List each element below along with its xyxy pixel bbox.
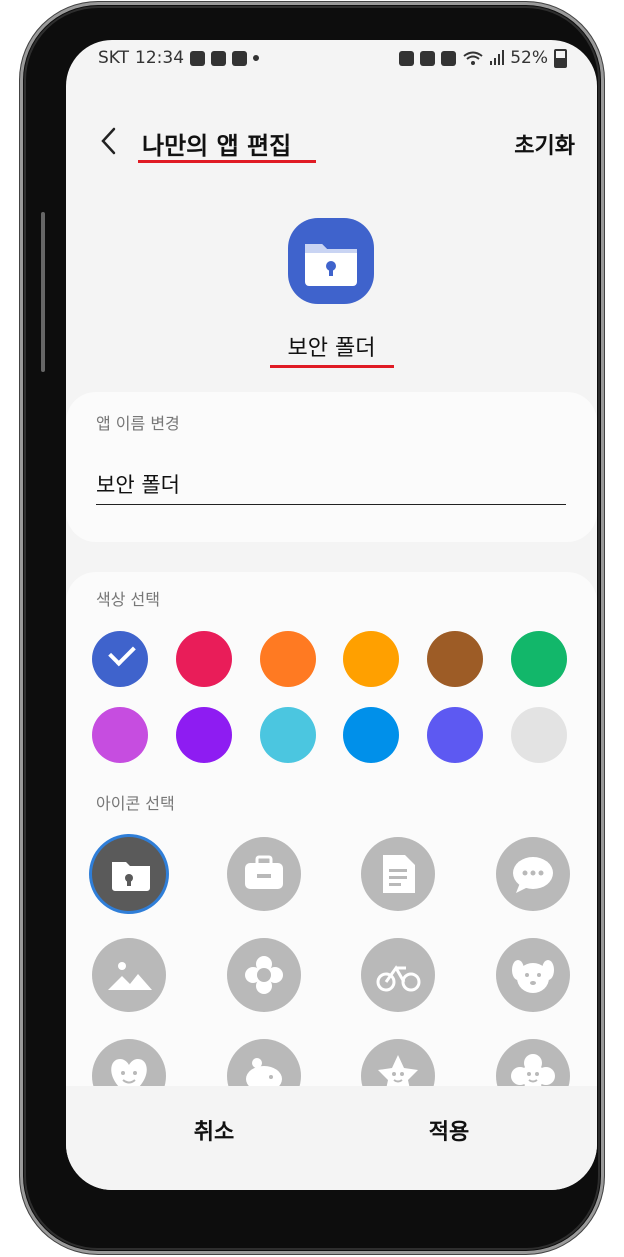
color-swatch[interactable] [427, 631, 484, 687]
clock: 12:34 [135, 48, 185, 68]
app-icon-preview [288, 218, 374, 304]
customize-card: 색상 선택 아이콘 선택 [66, 572, 597, 1132]
back-arrow-icon[interactable] [94, 124, 128, 158]
phone-frame: SKT 12:34 52% 나만의 앱 편집 초기화 보안 폴더 앱 이름 변경… [20, 2, 604, 1254]
chat-icon [512, 857, 553, 893]
icon-option[interactable] [495, 837, 570, 911]
color-swatch[interactable] [92, 631, 148, 687]
dog-icon [511, 960, 554, 993]
flower-icon [244, 956, 283, 994]
icon-option[interactable] [226, 938, 301, 1012]
app-name-preview: 보안 폴더 [287, 336, 376, 361]
picture-icon [108, 962, 152, 990]
briefcase-icon [244, 855, 283, 889]
icon-option[interactable] [92, 837, 166, 911]
gallery-icon [232, 50, 248, 66]
rename-card: 앱 이름 변경 [66, 392, 597, 542]
cancel-button[interactable]: 취소 [114, 1110, 314, 1150]
battery-level: 52% [510, 48, 548, 68]
color-swatch[interactable] [511, 631, 567, 687]
icon-option[interactable] [226, 837, 301, 911]
signal-icon [490, 50, 505, 65]
reset-button[interactable]: 초기화 [514, 128, 575, 160]
folder-status-icon [399, 50, 415, 66]
rename-label: 앱 이름 변경 [96, 414, 180, 433]
color-swatch[interactable] [427, 707, 484, 763]
icon-section-label: 아이콘 선택 [96, 794, 175, 813]
carrier: SKT [98, 48, 130, 68]
notification-icon [190, 50, 206, 66]
color-swatch[interactable] [92, 707, 148, 763]
app-name-underline [270, 365, 394, 368]
document-icon [383, 855, 415, 893]
title-underline [138, 160, 316, 163]
more-notifications-icon [253, 55, 260, 61]
color-swatch[interactable] [259, 631, 316, 687]
folder-lock-icon [112, 862, 150, 891]
side-button [41, 212, 45, 372]
bicycle-icon [376, 965, 421, 992]
icon-option[interactable] [361, 938, 435, 1012]
apply-button[interactable]: 적용 [349, 1110, 549, 1150]
color-swatch[interactable] [343, 707, 400, 763]
recycle-status-icon [420, 50, 436, 66]
status-bar: SKT 12:34 52% [66, 40, 597, 80]
color-swatch[interactable] [343, 631, 400, 687]
battery-icon [554, 48, 567, 68]
app-name-input[interactable] [96, 464, 566, 505]
icon-option[interactable] [92, 938, 166, 1012]
app-notification-icon [211, 50, 227, 66]
color-swatch[interactable] [259, 707, 316, 763]
color-swatch[interactable] [175, 631, 232, 687]
wifi-icon [463, 51, 483, 65]
folder-lock-icon [305, 244, 357, 286]
screen: SKT 12:34 52% 나만의 앱 편집 초기화 보안 폴더 앱 이름 변경… [66, 40, 597, 1190]
page-title: 나만의 앱 편집 [142, 132, 292, 160]
color-swatch[interactable] [511, 707, 567, 763]
alarm-icon [441, 50, 457, 66]
icon-option[interactable] [361, 837, 435, 911]
color-swatch[interactable] [175, 707, 232, 763]
icon-option[interactable] [495, 938, 570, 1012]
header: 나만의 앱 편집 초기화 [66, 122, 597, 163]
bottom-action-bar: 취소 적용 [66, 1086, 597, 1190]
color-section-label: 색상 선택 [96, 590, 160, 609]
